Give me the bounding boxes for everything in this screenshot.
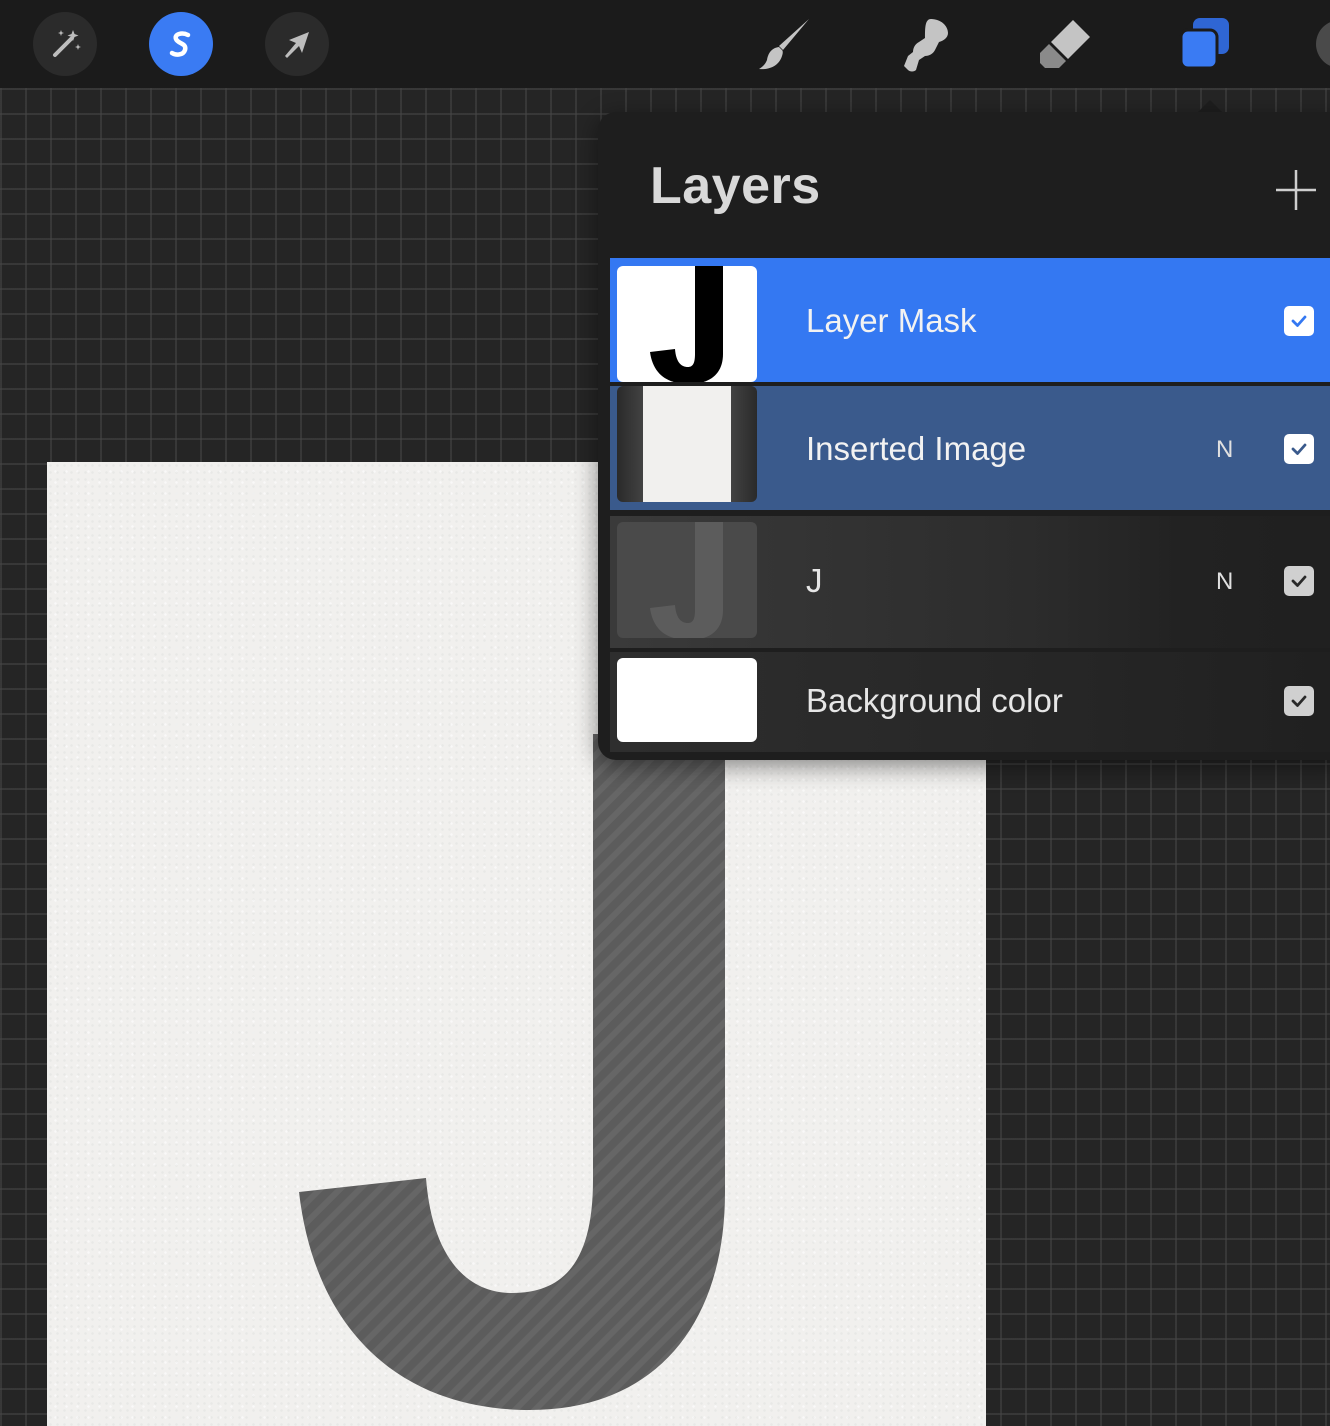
layer-row-inserted-image[interactable]: Inserted Image N <box>610 386 1330 510</box>
transform-button[interactable] <box>265 12 329 76</box>
checkmark-icon <box>1291 443 1307 455</box>
transform-arrow-icon <box>285 32 309 58</box>
blend-mode-button[interactable]: N <box>1216 568 1233 596</box>
layers-icon <box>1179 18 1229 70</box>
checkmark-icon <box>1291 575 1307 587</box>
blend-mode-button[interactable]: N <box>1216 436 1233 464</box>
brush-button[interactable] <box>755 14 815 74</box>
layer-row-background-color[interactable]: Background color <box>610 652 1330 752</box>
eraser-button[interactable] <box>1035 14 1095 74</box>
layer-visibility-checkbox[interactable] <box>1284 686 1314 716</box>
layer-name: J <box>806 562 823 599</box>
magic-wand-icon <box>53 30 81 57</box>
layer-name: Inserted Image <box>806 430 1027 467</box>
layer-thumbnail <box>617 266 757 382</box>
canvas-letter-j <box>299 734 725 1410</box>
eraser-icon <box>1040 20 1090 68</box>
layer-row-layer-mask[interactable]: Layer Mask <box>610 258 1330 382</box>
layers-panel: Layers Layer Mask Inserted Image N J N B… <box>598 112 1330 760</box>
top-toolbar <box>0 0 1330 88</box>
layer-thumbnail <box>617 522 757 638</box>
letter-j-thumbnail <box>650 266 723 382</box>
panel-title: Layers <box>650 157 821 215</box>
brush-icon <box>759 19 809 70</box>
layer-visibility-checkbox[interactable] <box>1284 566 1314 596</box>
layers-button[interactable] <box>1175 14 1235 74</box>
plus-icon[interactable] <box>1274 168 1318 212</box>
layer-thumbnail <box>617 658 757 742</box>
selection-icon <box>169 31 191 57</box>
adjustments-button[interactable] <box>33 12 97 76</box>
letter-j-thumbnail <box>650 522 723 638</box>
layer-visibility-checkbox[interactable] <box>1284 306 1314 336</box>
checkmark-icon <box>1291 695 1307 707</box>
layer-name: Background color <box>806 682 1063 719</box>
layer-row-j[interactable]: J N <box>610 516 1330 648</box>
smudge-button[interactable] <box>895 14 955 74</box>
smudge-icon <box>904 19 948 72</box>
layer-name: Layer Mask <box>806 302 977 339</box>
layer-visibility-checkbox[interactable] <box>1284 434 1314 464</box>
checkmark-icon <box>1291 315 1307 327</box>
selection-button[interactable] <box>149 12 213 76</box>
layer-thumbnail <box>617 386 757 502</box>
color-picker-button[interactable] <box>1316 20 1330 68</box>
